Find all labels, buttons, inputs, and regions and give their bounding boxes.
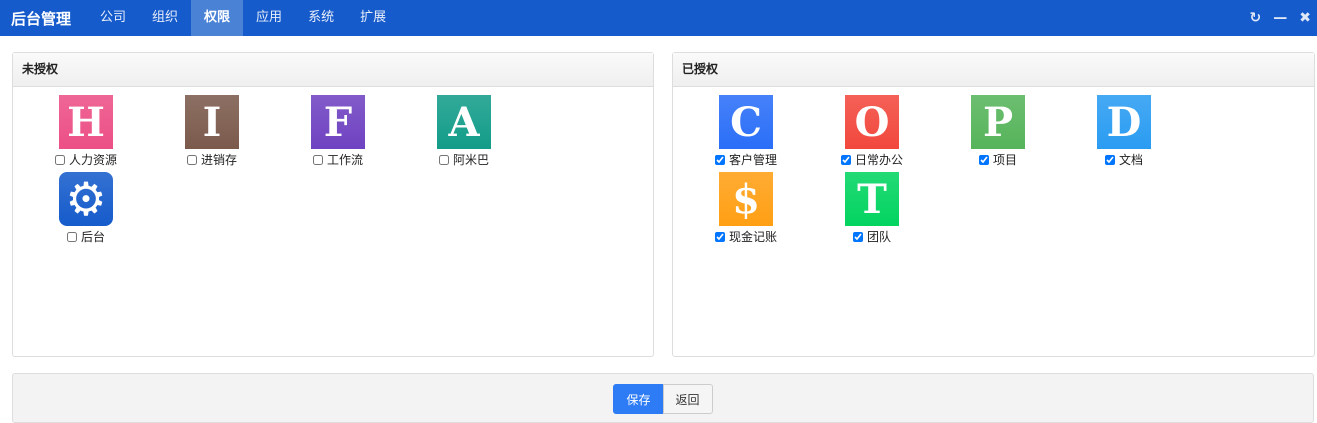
app-checkbox[interactable] (714, 154, 725, 165)
app-label: 工作流 (326, 153, 363, 167)
app-title: 后台管理 (11, 9, 72, 28)
app-item[interactable]: A 阿米巴 (401, 95, 527, 172)
app-item[interactable]: ⚙ 后台 (23, 172, 149, 249)
app-letter-icon: F (311, 95, 365, 149)
app-label: 团队 (866, 230, 891, 244)
app-checkbox[interactable] (978, 154, 989, 165)
app-item[interactable]: H 人力资源 (23, 95, 149, 172)
top-nav: 后台管理 公司 组织 权限 应用 系统 扩展 ↻ — ✖ (0, 0, 1317, 36)
app-label: 现金记账 (728, 230, 777, 244)
app-checkbox[interactable] (438, 154, 449, 165)
app-letter-icon: A (437, 95, 491, 149)
app-label: 进销存 (200, 153, 237, 167)
app-item[interactable]: T 团队 (809, 172, 935, 249)
footer-bar: 保存 返回 (12, 373, 1314, 423)
app-letter-icon: T (845, 172, 899, 226)
app-checkbox[interactable] (66, 231, 77, 242)
app-checkbox[interactable] (54, 154, 65, 165)
tab-2[interactable]: 权限 (191, 0, 244, 36)
app-item[interactable]: I 进销存 (149, 95, 275, 172)
authorized-panel: 已授权 C 客户管理 O 日常办公 P 项目 D 文档 $ 现金记账 T 团队 (672, 52, 1315, 357)
app-item[interactable]: C 客户管理 (683, 95, 809, 172)
app-checkbox[interactable] (312, 154, 323, 165)
tab-3[interactable]: 应用 (243, 0, 295, 36)
back-button[interactable]: 返回 (662, 384, 713, 414)
app-label: 项目 (992, 153, 1017, 167)
app-item[interactable]: D 文档 (1061, 95, 1187, 172)
app-letter-icon: C (719, 95, 773, 149)
app-checkbox[interactable] (840, 154, 851, 165)
app-item[interactable]: O 日常办公 (809, 95, 935, 172)
tab-4[interactable]: 系统 (295, 0, 347, 36)
app-letter-icon: O (845, 95, 899, 149)
app-checkbox[interactable] (714, 231, 725, 242)
close-icon[interactable]: ✖ (1299, 10, 1311, 26)
app-label: 阿米巴 (452, 153, 489, 167)
panel-title: 未授权 (13, 53, 653, 87)
tab-1[interactable]: 组织 (139, 0, 191, 36)
app-letter-icon: $ (719, 172, 773, 226)
minimize-icon[interactable]: — (1273, 10, 1287, 26)
app-checkbox[interactable] (852, 231, 863, 242)
tab-0[interactable]: 公司 (87, 0, 139, 36)
save-button[interactable]: 保存 (613, 384, 664, 414)
app-item[interactable]: P 项目 (935, 95, 1061, 172)
unauthorized-panel: 未授权 H 人力资源 I 进销存 F 工作流 A 阿米巴 ⚙ 后台 (12, 52, 654, 357)
app-label: 日常办公 (854, 153, 903, 167)
panel-title: 已授权 (673, 53, 1314, 87)
app-letter-icon: D (1097, 95, 1151, 149)
gear-icon: ⚙ (59, 172, 113, 226)
refresh-icon[interactable]: ↻ (1250, 10, 1262, 26)
app-checkbox[interactable] (1104, 154, 1115, 165)
app-checkbox[interactable] (186, 154, 197, 165)
app-label: 人力资源 (68, 153, 117, 167)
tab-5[interactable]: 扩展 (347, 0, 399, 36)
app-letter-icon: I (185, 95, 239, 149)
app-item[interactable]: $ 现金记账 (683, 172, 809, 249)
app-letter-icon: P (971, 95, 1025, 149)
app-label: 客户管理 (728, 153, 777, 167)
app-label: 后台 (80, 230, 105, 244)
app-label: 文档 (1118, 153, 1143, 167)
app-letter-icon: H (59, 95, 113, 149)
app-item[interactable]: F 工作流 (275, 95, 401, 172)
